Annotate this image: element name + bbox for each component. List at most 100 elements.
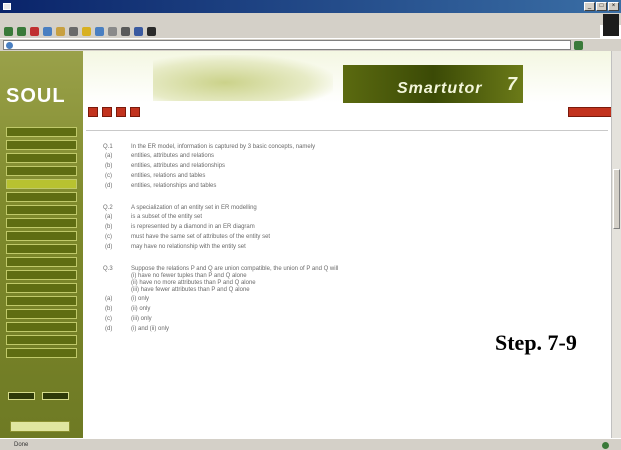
question-number: Q.1 [103, 144, 113, 150]
option-marker: (d) [105, 326, 113, 332]
option-marker: (b) [105, 163, 113, 169]
tab-2[interactable] [102, 107, 112, 117]
answer-option[interactable]: (a) is a subset of the entity set [103, 212, 483, 222]
answer-option[interactable]: (a) entities, attributes and relations [103, 151, 483, 161]
sidebar-item[interactable] [6, 127, 77, 137]
answer-option[interactable]: (c) must have the same set of attributes … [103, 232, 483, 242]
option-marker: (c) [105, 316, 112, 322]
sidebar-item[interactable] [6, 296, 77, 306]
status-zone [602, 439, 613, 450]
question-statement: (iii) have fewer attributes than P and Q… [131, 287, 250, 293]
sidebar-item[interactable] [6, 218, 77, 228]
search-icon[interactable] [69, 27, 78, 36]
answer-option[interactable]: (b) (ii) only [103, 304, 483, 314]
sidebar-item[interactable] [6, 231, 77, 241]
sidebar: SOUL [0, 51, 83, 438]
address-input[interactable] [3, 40, 571, 50]
sidebar-item[interactable] [6, 283, 77, 293]
answer-option[interactable]: (a) (i) only [103, 294, 483, 304]
answer-option[interactable]: (d) (i) and (ii) only [103, 324, 483, 334]
minimize-button[interactable]: _ [584, 2, 595, 11]
answer-option[interactable]: (d) may have no relationship with the ent… [103, 242, 483, 252]
sidebar-item[interactable] [6, 153, 77, 163]
option-text: (i) only [131, 296, 150, 302]
option-text: is represented by a diamond in an ER dia… [131, 224, 255, 230]
answer-option[interactable]: (c) (iii) only [103, 314, 483, 324]
sidebar-item[interactable] [6, 322, 77, 332]
sidebar-item[interactable] [6, 140, 77, 150]
go-arrow-icon[interactable] [574, 40, 583, 50]
question-stem: Q.2 A specialization of an entity set in … [103, 204, 483, 212]
logout-button[interactable] [568, 107, 614, 117]
favorites-icon[interactable] [82, 27, 91, 36]
discuss-icon[interactable] [147, 27, 156, 36]
option-text: is a subset of the entity set [131, 214, 203, 220]
home-icon[interactable] [56, 27, 65, 36]
option-text: (iii) only [131, 316, 152, 322]
status-bar: Done [0, 438, 621, 450]
mail-icon[interactable] [108, 27, 117, 36]
page-banner: Smartutor 7 [83, 51, 621, 103]
option-text: entities, relations and tables [131, 173, 206, 179]
question-text: A specialization of an entity set in ER … [131, 205, 257, 211]
edit-icon[interactable] [134, 27, 143, 36]
question-number: Q.3 [103, 266, 113, 272]
sidebar-item[interactable] [6, 166, 77, 176]
option-text: (ii) only [131, 306, 151, 312]
question-block: Q.1 In the ER model, information is captu… [103, 143, 483, 191]
sidebar-next-button[interactable] [42, 392, 69, 400]
option-marker: (a) [105, 296, 113, 302]
back-arrow-icon[interactable] [4, 27, 13, 36]
status-text: Done [14, 442, 29, 448]
tab-3[interactable] [116, 107, 126, 117]
answer-option[interactable]: (c) entities, relations and tables [103, 171, 483, 181]
sidebar-item[interactable] [6, 257, 77, 267]
internet-zone-icon [602, 441, 609, 449]
sidebar-item[interactable] [6, 205, 77, 215]
question-text: Suppose the relations P and Q are union … [131, 266, 339, 272]
sidebar-item-active[interactable] [6, 179, 77, 189]
forward-arrow-icon[interactable] [17, 27, 26, 36]
option-text: entities, attributes and relations [131, 153, 215, 159]
sidebar-item[interactable] [6, 335, 77, 345]
question-statement: (i) have no fewer tuples than P and Q al… [131, 273, 247, 279]
question-text: In the ER model, information is captured… [131, 144, 316, 150]
tab-1[interactable] [88, 107, 98, 117]
refresh-icon[interactable] [43, 27, 52, 36]
sidebar-item[interactable] [6, 348, 77, 358]
option-marker: (b) [105, 306, 113, 312]
divider [86, 130, 608, 131]
page-globe-icon [6, 42, 13, 49]
stop-icon[interactable] [30, 27, 39, 36]
window-titlebar: _ □ × [0, 0, 621, 13]
question-block: Q.2 A specialization of an entity set in … [103, 204, 483, 252]
sidebar-item[interactable] [6, 309, 77, 319]
answer-option[interactable]: (b) entities, attributes and relationship… [103, 161, 483, 171]
window-controls: _ □ × [584, 2, 619, 11]
print-icon[interactable] [121, 27, 130, 36]
tab-4[interactable] [130, 107, 140, 117]
maximize-button[interactable]: □ [596, 2, 607, 11]
close-button[interactable]: × [608, 2, 619, 11]
ie-app-icon [3, 3, 11, 10]
answer-option[interactable]: (d) entities, relationships and tables [103, 181, 483, 191]
sidebar-prev-button[interactable] [8, 392, 35, 400]
menu-bar [0, 13, 621, 25]
question-statement: (ii) have no more attributes than P and … [131, 280, 256, 286]
sidebar-item[interactable] [6, 192, 77, 202]
ie-throbber-icon [603, 14, 619, 36]
vertical-scrollbar[interactable] [611, 51, 621, 438]
sidebar-item[interactable] [6, 244, 77, 254]
sidebar-item[interactable] [6, 270, 77, 280]
sidebar-logout-button[interactable] [10, 421, 70, 432]
question-stem: Q.3 Suppose the relations P and Q are uni… [103, 265, 483, 273]
product-version: 7 [506, 74, 517, 94]
history-icon[interactable] [95, 27, 104, 36]
scrollbar-thumb[interactable] [613, 169, 620, 229]
option-text: (i) and (ii) only [131, 326, 170, 332]
option-text: entities, attributes and relationships [131, 163, 226, 169]
answer-option[interactable]: (b) is represented by a diamond in an ER … [103, 222, 483, 232]
option-marker: (a) [105, 153, 113, 159]
top-nav-tabs [88, 107, 140, 117]
option-text: may have no relationship with the entity… [131, 244, 246, 250]
